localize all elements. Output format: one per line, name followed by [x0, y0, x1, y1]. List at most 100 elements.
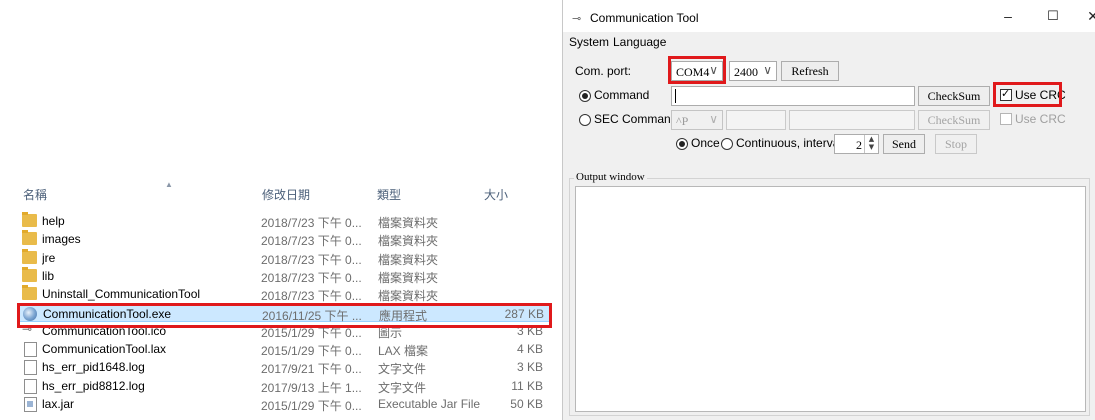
- use-crc-label: Use CRC: [1015, 88, 1066, 102]
- file-type: Executable Jar File: [378, 397, 481, 411]
- file-row[interactable]: ⊸ CommunicationTool.ico 2015/1/29 下午 0... 圖…: [18, 322, 550, 340]
- file-row[interactable]: CommunicationTool.exe 2016/11/25 下午 ... 應用…: [18, 303, 550, 323]
- checksum-button[interactable]: CheckSum: [918, 86, 990, 106]
- spinner-arrows-icon[interactable]: ▲ ▼: [864, 135, 878, 153]
- command-input[interactable]: [671, 86, 915, 106]
- file-row[interactable]: Uninstall_CommunicationTool 2018/7/23 下午 …: [18, 285, 550, 303]
- file-name: images: [42, 232, 81, 247]
- command-label: Command: [594, 88, 650, 102]
- file-row[interactable]: lax.jar 2015/1/29 下午 0... Executable Jar F…: [18, 395, 550, 413]
- com-port-select[interactable]: COM4 ∨: [671, 61, 723, 81]
- chevron-down-icon: ∨: [763, 63, 772, 77]
- file-name: jre: [42, 250, 56, 265]
- file-size: 3 KB: [516, 323, 543, 338]
- output-window-label: Output window: [574, 171, 647, 183]
- sec-use-crc-label: Use CRC: [1015, 112, 1066, 126]
- file-size: 50 KB: [510, 397, 543, 411]
- continuous-label: Continuous, interval: [736, 136, 843, 150]
- file-row[interactable]: hs_err_pid8812.log 2017/9/13 上午 1... 文字文件 1…: [18, 377, 550, 395]
- sec-command-input-1[interactable]: [726, 110, 786, 130]
- file-row[interactable]: jre 2018/7/23 下午 0... 檔案資料夾: [18, 248, 550, 267]
- refresh-button[interactable]: Refresh: [781, 61, 839, 81]
- file-date: 2018/7/23 下午 0...: [261, 252, 362, 267]
- sec-prefix-value: ^P: [676, 114, 689, 128]
- communication-tool-window: ⊸ Communication Tool – ☐ ✕ System Langua…: [562, 0, 1095, 420]
- menu-system[interactable]: System: [569, 35, 609, 49]
- jar-icon: [24, 397, 37, 412]
- sort-up-icon: ▲: [165, 180, 173, 189]
- folder-icon: [22, 212, 37, 227]
- file-icon: [24, 342, 37, 358]
- send-button[interactable]: Send: [883, 134, 925, 154]
- sec-checksum-button[interactable]: CheckSum: [918, 110, 990, 130]
- text-file-icon: [24, 360, 37, 376]
- column-header-size[interactable]: 大小: [484, 186, 508, 203]
- file-type: 檔案資料夾: [378, 252, 439, 267]
- file-name: lib: [42, 268, 55, 283]
- minimize-button[interactable]: –: [993, 8, 1023, 28]
- file-size: 4 KB: [516, 342, 543, 357]
- file-date: 2018/7/23 下午 0...: [261, 289, 362, 304]
- use-crc-checkbox[interactable]: ✓: [1000, 87, 1012, 101]
- file-date: 2015/1/29 下午 0...: [261, 344, 362, 359]
- file-type: 檔案資料夾: [378, 289, 439, 304]
- once-label: Once: [691, 136, 720, 150]
- baud-rate-select[interactable]: 2400 ∨: [729, 61, 777, 81]
- once-radio[interactable]: [676, 138, 688, 150]
- sec-command-input-2[interactable]: [789, 110, 915, 130]
- command-radio[interactable]: [579, 90, 591, 102]
- file-name: CommunicationTool.ico: [42, 323, 167, 338]
- column-header-date[interactable]: 修改日期: [262, 186, 310, 203]
- folder-icon: [22, 248, 37, 264]
- interval-value: 2: [856, 138, 862, 152]
- file-row[interactable]: hs_err_pid1648.log 2017/9/21 下午 0... 文字文件 3…: [18, 358, 550, 376]
- ico-icon: ⊸: [22, 321, 33, 336]
- window-title: Communication Tool: [590, 11, 699, 25]
- folder-icon: [22, 230, 37, 246]
- file-type: 檔案資料夾: [378, 270, 439, 285]
- stop-button[interactable]: Stop: [935, 134, 977, 154]
- sec-use-crc-checkbox[interactable]: [1000, 113, 1012, 125]
- file-name: CommunicationTool.exe: [43, 306, 172, 321]
- file-date: 2017/9/13 上午 1...: [261, 380, 362, 395]
- check-mark-icon: ✓: [1001, 87, 1011, 100]
- file-row[interactable]: lib 2018/7/23 下午 0... 檔案資料夾: [18, 266, 550, 285]
- com-port-label: Com. port:: [575, 64, 632, 78]
- com-port-value: COM4: [676, 65, 710, 79]
- sec-command-label: SEC Command: [594, 112, 678, 126]
- app-icon: ⊸: [572, 13, 582, 25]
- file-date: 2018/7/23 下午 0...: [261, 234, 362, 249]
- maximize-button[interactable]: ☐: [1038, 8, 1068, 28]
- file-type: 文字文件: [378, 362, 427, 377]
- file-name: help: [42, 214, 65, 228]
- menu-language[interactable]: Language: [613, 35, 666, 49]
- file-explorer: 名稱 ▲ 修改日期 類型 大小 help 2018/7/23 下午 0... 檔案資…: [0, 0, 562, 420]
- file-size: 11 KB: [511, 378, 543, 393]
- baud-rate-value: 2400: [734, 65, 758, 79]
- close-button[interactable]: ✕: [1078, 8, 1095, 28]
- menu-bar: System Language: [563, 32, 1095, 52]
- file-size: 3 KB: [516, 360, 543, 375]
- file-type: 文字文件: [378, 380, 427, 395]
- text-file-icon: [24, 378, 37, 394]
- title-bar: ⊸ Communication Tool – ☐ ✕: [563, 0, 1095, 32]
- column-header-type[interactable]: 類型: [377, 186, 401, 203]
- file-date: 2015/1/29 下午 0...: [261, 399, 362, 413]
- file-row[interactable]: images 2018/7/23 下午 0... 檔案資料夾: [18, 230, 550, 248]
- column-headers: 名稱 ▲ 修改日期 類型 大小: [0, 180, 562, 204]
- file-row[interactable]: help 2018/7/23 下午 0... 檔案資料夾: [18, 212, 550, 230]
- file-name: Uninstall_CommunicationTool: [42, 287, 201, 302]
- continuous-radio[interactable]: [721, 138, 733, 150]
- sec-command-radio[interactable]: [579, 114, 591, 126]
- sec-prefix-select[interactable]: ^P ∨: [671, 110, 723, 130]
- file-name: lax.jar: [42, 397, 75, 411]
- exe-icon: [23, 306, 37, 321]
- file-date: 2015/1/29 下午 0...: [261, 325, 362, 340]
- file-type: 檔案資料夾: [378, 216, 439, 230]
- file-row[interactable]: CommunicationTool.lax 2015/1/29 下午 0... LA…: [18, 340, 550, 358]
- file-date: 2018/7/23 下午 0...: [261, 270, 362, 285]
- output-window-textarea[interactable]: [575, 186, 1086, 412]
- column-header-name[interactable]: 名稱: [23, 186, 47, 203]
- interval-spinner[interactable]: 2 ▲ ▼: [834, 134, 879, 154]
- file-type: 檔案資料夾: [378, 234, 439, 249]
